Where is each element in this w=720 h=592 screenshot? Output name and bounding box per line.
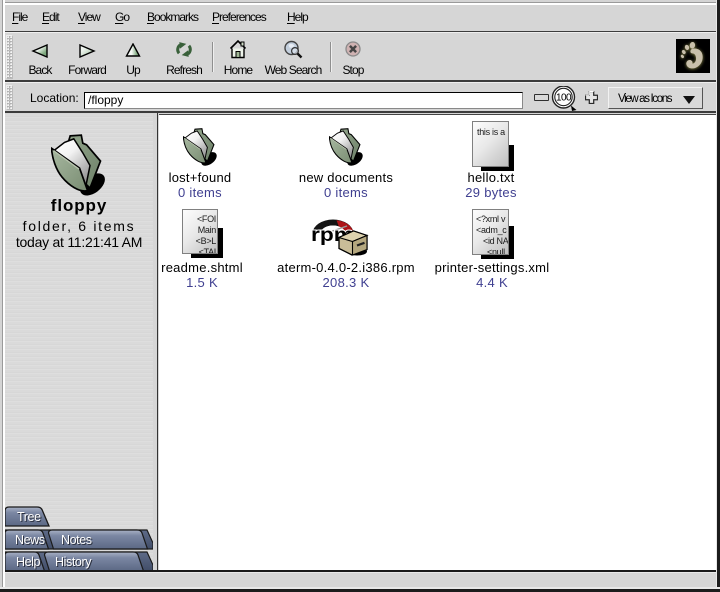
svg-text:100: 100 bbox=[556, 93, 572, 104]
